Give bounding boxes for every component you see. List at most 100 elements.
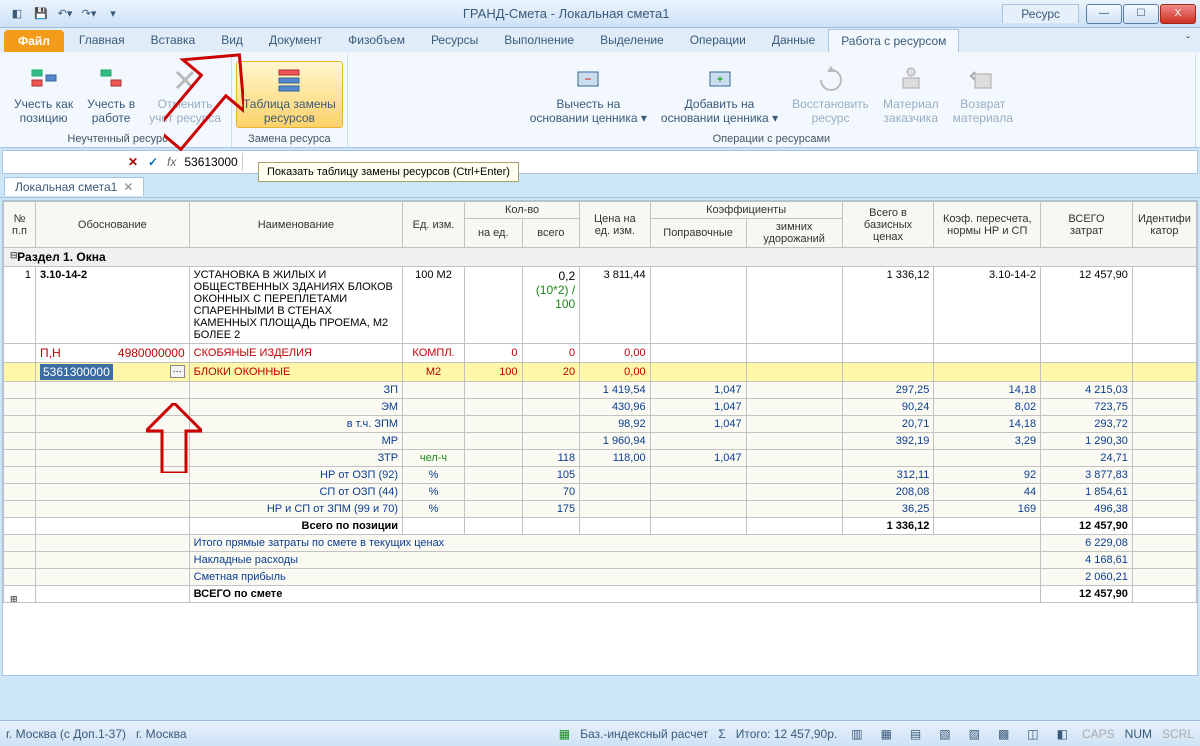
position-row[interactable]: 1 3.10-14-2 УСТАНОВКА В ЖИЛЫХ И ОБЩЕСТВЕ… <box>4 267 1197 344</box>
col-id[interactable]: Идентифи катор <box>1132 202 1196 248</box>
position-total-row[interactable]: Всего по позиции1 336,1212 457,90 <box>4 518 1197 535</box>
cell[interactable]: 312,11 <box>842 467 934 484</box>
col-num[interactable]: № п.п <box>4 202 36 248</box>
cell[interactable]: КОМПЛ. <box>403 344 465 363</box>
tab-execution[interactable]: Выполнение <box>491 28 587 52</box>
col-total[interactable]: ВСЕГО затрат <box>1041 202 1133 248</box>
app-menu-icon[interactable]: ◧ <box>6 3 28 25</box>
accept-edit-icon[interactable]: ✓ <box>143 155 163 169</box>
tab-main[interactable]: Главная <box>66 28 138 52</box>
calc-mode[interactable]: Баз.-индексный расчет <box>580 727 708 741</box>
cell[interactable]: 1 419,54 <box>580 382 650 399</box>
account-as-position-button[interactable]: Учесть как позицию <box>8 62 79 128</box>
cell[interactable]: 1,047 <box>650 382 746 399</box>
col-unit[interactable]: Ед. изм. <box>403 202 465 248</box>
cell[interactable]: 0,00 <box>580 363 650 382</box>
cell[interactable]: 3,29 <box>934 433 1041 450</box>
cell[interactable]: 1 <box>4 267 36 344</box>
sb-icon[interactable]: ◧ <box>1053 727 1072 741</box>
tab-view[interactable]: Вид <box>208 28 256 52</box>
tab-resources[interactable]: Ресурсы <box>418 28 491 52</box>
tab-document[interactable]: Документ <box>256 28 335 52</box>
maximize-button[interactable]: ☐ <box>1123 4 1159 24</box>
fx-icon[interactable]: fx <box>163 155 180 169</box>
cell[interactable]: 293,72 <box>1041 416 1133 433</box>
sb-icon[interactable]: ▦ <box>877 727 896 741</box>
cancel-edit-icon[interactable]: ✕ <box>123 155 143 169</box>
cell[interactable]: 36,25 <box>842 501 934 518</box>
cell[interactable]: 1 854,61 <box>1041 484 1133 501</box>
qat-more-icon[interactable]: ▾ <box>102 3 124 25</box>
cell[interactable]: 90,24 <box>842 399 934 416</box>
cell[interactable]: 4 168,61 <box>1041 552 1133 569</box>
resource-row-selected[interactable]: 5361300000 ⋯ БЛОКИ ОКОННЫЕ М2 100 20 0,00 <box>4 363 1197 382</box>
cost-row[interactable]: в т.ч. ЗПМ98,921,04720,7114,18293,72 <box>4 416 1197 433</box>
estimate-grid[interactable]: № п.п Обоснование Наименование Ед. изм. … <box>2 200 1198 676</box>
selected-code[interactable]: 5361300000 <box>40 364 113 380</box>
col-name[interactable]: Наименование <box>189 202 402 248</box>
close-doc-icon[interactable]: ✕ <box>123 180 133 194</box>
section-row[interactable]: ⊟ Раздел 1. Окна <box>4 248 1197 267</box>
cell[interactable]: 98,92 <box>580 416 650 433</box>
cell[interactable]: 12 457,90 <box>1041 518 1133 535</box>
cell[interactable]: чел-ч <box>403 450 465 467</box>
cell[interactable]: 92 <box>934 467 1041 484</box>
cost-row[interactable]: НР и СП от ЗПМ (99 и 70)%17536,25169496,… <box>4 501 1197 518</box>
cell[interactable]: БЛОКИ ОКОННЫЕ <box>189 363 402 382</box>
sb-icon[interactable]: ▧ <box>935 727 954 741</box>
cell[interactable]: 70 <box>522 484 580 501</box>
summary-row[interactable]: Сметная прибыль2 060,21 <box>4 569 1197 586</box>
sb-icon[interactable]: ▤ <box>906 727 925 741</box>
lookup-button[interactable]: ⋯ <box>170 365 185 378</box>
cell[interactable]: УСТАНОВКА В ЖИЛЫХ И ОБЩЕСТВЕННЫХ ЗДАНИЯХ… <box>189 267 402 344</box>
summary-row[interactable]: Накладные расходы4 168,61 <box>4 552 1197 569</box>
summary-row[interactable]: Итого прямые затраты по смете в текущих … <box>4 535 1197 552</box>
cell[interactable]: 1 290,30 <box>1041 433 1133 450</box>
cell[interactable]: 1 960,94 <box>580 433 650 450</box>
cost-row[interactable]: НР от ОЗП (92)%105312,11923 877,83 <box>4 467 1197 484</box>
col-price[interactable]: Цена на ед. изм. <box>580 202 650 248</box>
close-button[interactable]: X <box>1160 4 1196 24</box>
sb-icon[interactable]: ▩ <box>994 727 1013 741</box>
tab-data[interactable]: Данные <box>759 28 828 52</box>
cell[interactable]: 0 <box>522 344 580 363</box>
cell[interactable]: % <box>403 501 465 518</box>
cell[interactable]: 0,2 <box>558 269 575 283</box>
col-qty-unit[interactable]: на ед. <box>464 219 522 248</box>
tab-work-with-resource[interactable]: Работа с ресурсом <box>828 29 959 52</box>
collapse-icon[interactable]: ⊟ <box>10 250 18 261</box>
replacement-table-button[interactable]: Таблица замены ресурсов <box>236 61 343 129</box>
cost-row[interactable]: ЗТРчел-ч118118,001,04724,71 <box>4 450 1197 467</box>
cell[interactable]: 0 <box>464 344 522 363</box>
cell[interactable]: 3.10-14-2 <box>934 267 1041 344</box>
cost-row[interactable]: ЗП1 419,541,047297,2514,184 215,03 <box>4 382 1197 399</box>
col-qty-total[interactable]: всего <box>522 219 580 248</box>
cell[interactable]: 1,047 <box>650 450 746 467</box>
tab-insert[interactable]: Вставка <box>138 28 209 52</box>
cell[interactable]: 20 <box>522 363 580 382</box>
col-coef-winter[interactable]: зимних удорожаний <box>746 219 842 248</box>
cell[interactable]: 100 М2 <box>403 267 465 344</box>
cell[interactable]: 392,19 <box>842 433 934 450</box>
cell[interactable]: 208,08 <box>842 484 934 501</box>
cell[interactable]: 1 336,12 <box>842 518 934 535</box>
doc-tab[interactable]: Локальная смета1✕ <box>4 177 144 196</box>
col-qty[interactable]: Кол-во <box>464 202 579 219</box>
tab-volume[interactable]: Физобъем <box>335 28 418 52</box>
col-coef-corr[interactable]: Поправочные <box>650 219 746 248</box>
cell[interactable]: 496,38 <box>1041 501 1133 518</box>
save-icon[interactable]: 💾 <box>30 3 52 25</box>
sum-icon[interactable]: Σ <box>718 727 725 741</box>
cell[interactable]: 12 457,90 <box>1041 267 1133 344</box>
sb-icon[interactable]: ▥ <box>847 727 866 741</box>
cell[interactable]: 3 877,83 <box>1041 467 1133 484</box>
cell[interactable]: 100 <box>464 363 522 382</box>
cell[interactable]: П,Н <box>40 346 61 360</box>
cell[interactable]: СКОБЯНЫЕ ИЗДЕЛИЯ <box>189 344 402 363</box>
cell[interactable]: М2 <box>403 363 465 382</box>
grand-total-row[interactable]: ⊞ВСЕГО по смете12 457,90 <box>4 586 1197 603</box>
cost-row[interactable]: ЭМ430,961,04790,248,02723,75 <box>4 399 1197 416</box>
cost-row[interactable]: СП от ОЗП (44)%70208,08441 854,61 <box>4 484 1197 501</box>
cell[interactable]: 4 215,03 <box>1041 382 1133 399</box>
cell[interactable]: 175 <box>522 501 580 518</box>
